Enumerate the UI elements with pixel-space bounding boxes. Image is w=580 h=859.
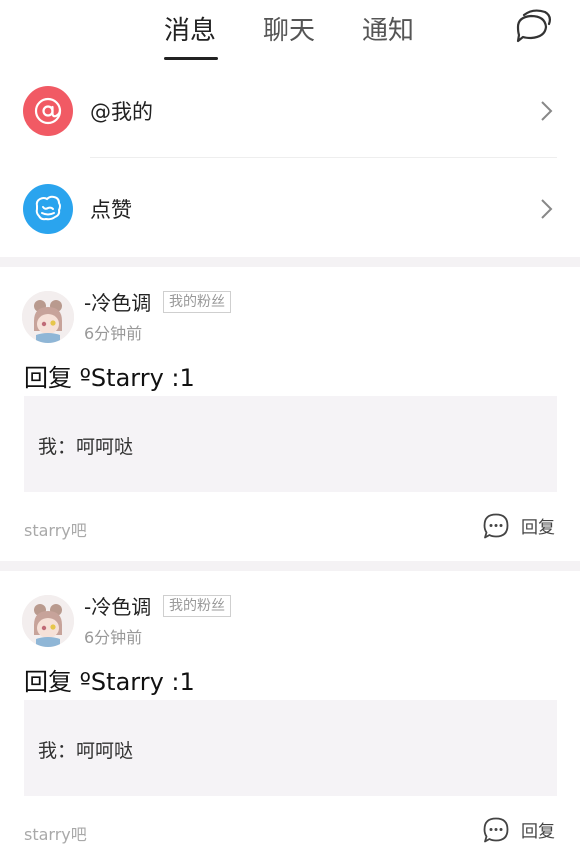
username[interactable]: -冷色调 bbox=[84, 287, 151, 316]
chevron-right-icon bbox=[541, 101, 553, 121]
avatar[interactable] bbox=[22, 291, 74, 343]
thumbs-up-icon bbox=[23, 184, 73, 234]
avatar[interactable] bbox=[22, 595, 74, 647]
chevron-right-icon bbox=[541, 199, 553, 219]
notification-card[interactable]: -冷色调 我的粉丝 6分钟前 回复 ºStarry :1 我：呵呵哒 starr… bbox=[0, 571, 580, 859]
menu-row-likes[interactable]: 点赞 bbox=[0, 160, 580, 258]
tab-chat[interactable]: 聊天 bbox=[263, 10, 315, 47]
reply-button[interactable]: 回复 bbox=[521, 513, 555, 538]
fan-badge: 我的粉丝 bbox=[163, 595, 231, 617]
chat-bubbles-icon[interactable] bbox=[514, 6, 552, 46]
section-separator bbox=[0, 257, 580, 267]
forum-name[interactable]: starry吧 bbox=[24, 517, 87, 541]
quoted-post[interactable]: 我：呵呵哒 bbox=[24, 396, 557, 492]
quoted-post[interactable]: 我：呵呵哒 bbox=[24, 700, 557, 796]
quoted-text: 我：呵呵哒 bbox=[38, 740, 134, 762]
reply-content: 回复 ºStarry :1 bbox=[24, 668, 195, 696]
divider bbox=[90, 157, 557, 158]
top-bar: 消息 聊天 通知 bbox=[0, 0, 580, 62]
username[interactable]: -冷色调 bbox=[84, 591, 151, 620]
menu-label-likes: 点赞 bbox=[90, 198, 132, 222]
at-icon bbox=[23, 86, 73, 136]
menu-label-mentions: @我的 bbox=[90, 100, 153, 124]
section-separator bbox=[0, 561, 580, 571]
forum-name[interactable]: starry吧 bbox=[24, 821, 87, 845]
quoted-text: 我：呵呵哒 bbox=[38, 436, 134, 458]
comment-icon[interactable] bbox=[482, 512, 510, 540]
timestamp: 6分钟前 bbox=[84, 324, 143, 343]
reply-content: 回复 ºStarry :1 bbox=[24, 364, 195, 392]
notification-card[interactable]: -冷色调 我的粉丝 6分钟前 回复 ºStarry :1 我：呵呵哒 starr… bbox=[0, 267, 580, 561]
active-tab-indicator bbox=[164, 57, 218, 60]
reply-button[interactable]: 回复 bbox=[521, 817, 555, 842]
timestamp: 6分钟前 bbox=[84, 628, 143, 647]
comment-icon[interactable] bbox=[482, 816, 510, 844]
menu-row-mentions[interactable]: @我的 bbox=[0, 62, 580, 160]
tab-notifications[interactable]: 通知 bbox=[362, 10, 414, 47]
tab-messages[interactable]: 消息 bbox=[164, 10, 216, 47]
fan-badge: 我的粉丝 bbox=[163, 291, 231, 313]
